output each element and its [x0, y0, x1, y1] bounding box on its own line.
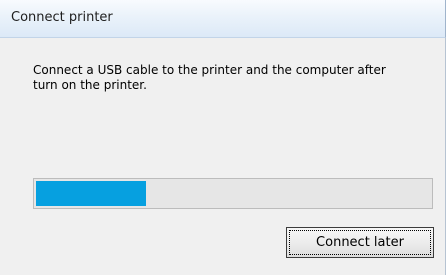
connection-progress-bar: [33, 178, 433, 209]
progress-bar-fill: [36, 181, 146, 206]
instruction-message: Connect a USB cable to the printer and t…: [33, 63, 386, 92]
focus-rectangle: Connect later: [289, 230, 431, 255]
window-title: Connect printer: [11, 10, 113, 25]
dialog-body: Connect a USB cable to the printer and t…: [0, 38, 446, 275]
connect-later-label: Connect later: [316, 235, 404, 250]
connect-printer-dialog: Connect printer Connect a USB cable to t…: [0, 0, 446, 275]
title-bar[interactable]: Connect printer: [0, 0, 446, 38]
connect-later-button[interactable]: Connect later: [286, 227, 434, 258]
